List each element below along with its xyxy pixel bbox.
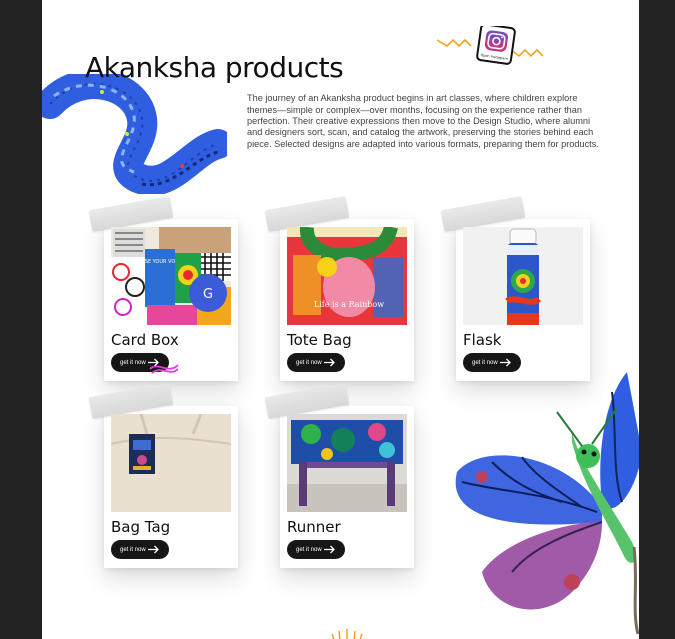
page-description: The journey of an Akanksha product begin… (247, 93, 599, 149)
swirl-artwork (42, 74, 227, 194)
product-card-bag-tag[interactable]: Bag Tag get it now (88, 383, 238, 568)
product-photo-card-box: RAISE YOUR VOICE G (111, 227, 231, 325)
arrow-right-icon (500, 358, 511, 367)
button-label: get it now (296, 546, 322, 553)
button-label: get it now (120, 546, 146, 553)
button-label: get it now (120, 359, 146, 366)
product-photo-tote-bag: Life is a Rainbow (287, 227, 407, 325)
product-card-runner[interactable]: Runner get it now (264, 383, 414, 568)
product-name: Bag Tag (111, 518, 171, 536)
get-it-now-button[interactable]: get it now (111, 540, 169, 559)
product-card-card-box[interactable]: RAISE YOUR VOICE G Card Box get it now (88, 196, 238, 381)
arrow-right-icon (324, 358, 335, 367)
product-name: Runner (287, 518, 341, 536)
sparkle-decoration (331, 629, 363, 639)
get-it-now-button[interactable]: get it now (287, 540, 345, 559)
product-card-flask[interactable]: Flask get it now (440, 196, 590, 381)
button-label: get it now (472, 359, 498, 366)
product-photo-flask (463, 227, 583, 325)
scribble-decoration (149, 364, 179, 374)
arrow-right-icon (148, 545, 159, 554)
page-canvas: Akanksha products Open Instagram The jou… (42, 0, 639, 639)
product-name: Card Box (111, 331, 179, 349)
product-name: Flask (463, 331, 502, 349)
product-card-tote-bag[interactable]: Life is a Rainbow Tote Bag get it now (264, 196, 414, 381)
tote-print-text: Life is a Rainbow (314, 300, 384, 309)
page-title: Akanksha products (85, 50, 344, 84)
button-label: get it now (296, 359, 322, 366)
arrow-right-icon (324, 545, 335, 554)
badge-letter: G (203, 287, 213, 302)
product-photo-runner (287, 414, 407, 512)
butterfly-artwork (455, 372, 639, 635)
get-it-now-button[interactable]: get it now (463, 353, 521, 372)
get-it-now-button[interactable]: get it now (287, 353, 345, 372)
product-name: Tote Bag (287, 331, 352, 349)
product-photo-bag-tag (111, 414, 231, 512)
instagram-sticker[interactable]: Open Instagram (437, 26, 547, 66)
